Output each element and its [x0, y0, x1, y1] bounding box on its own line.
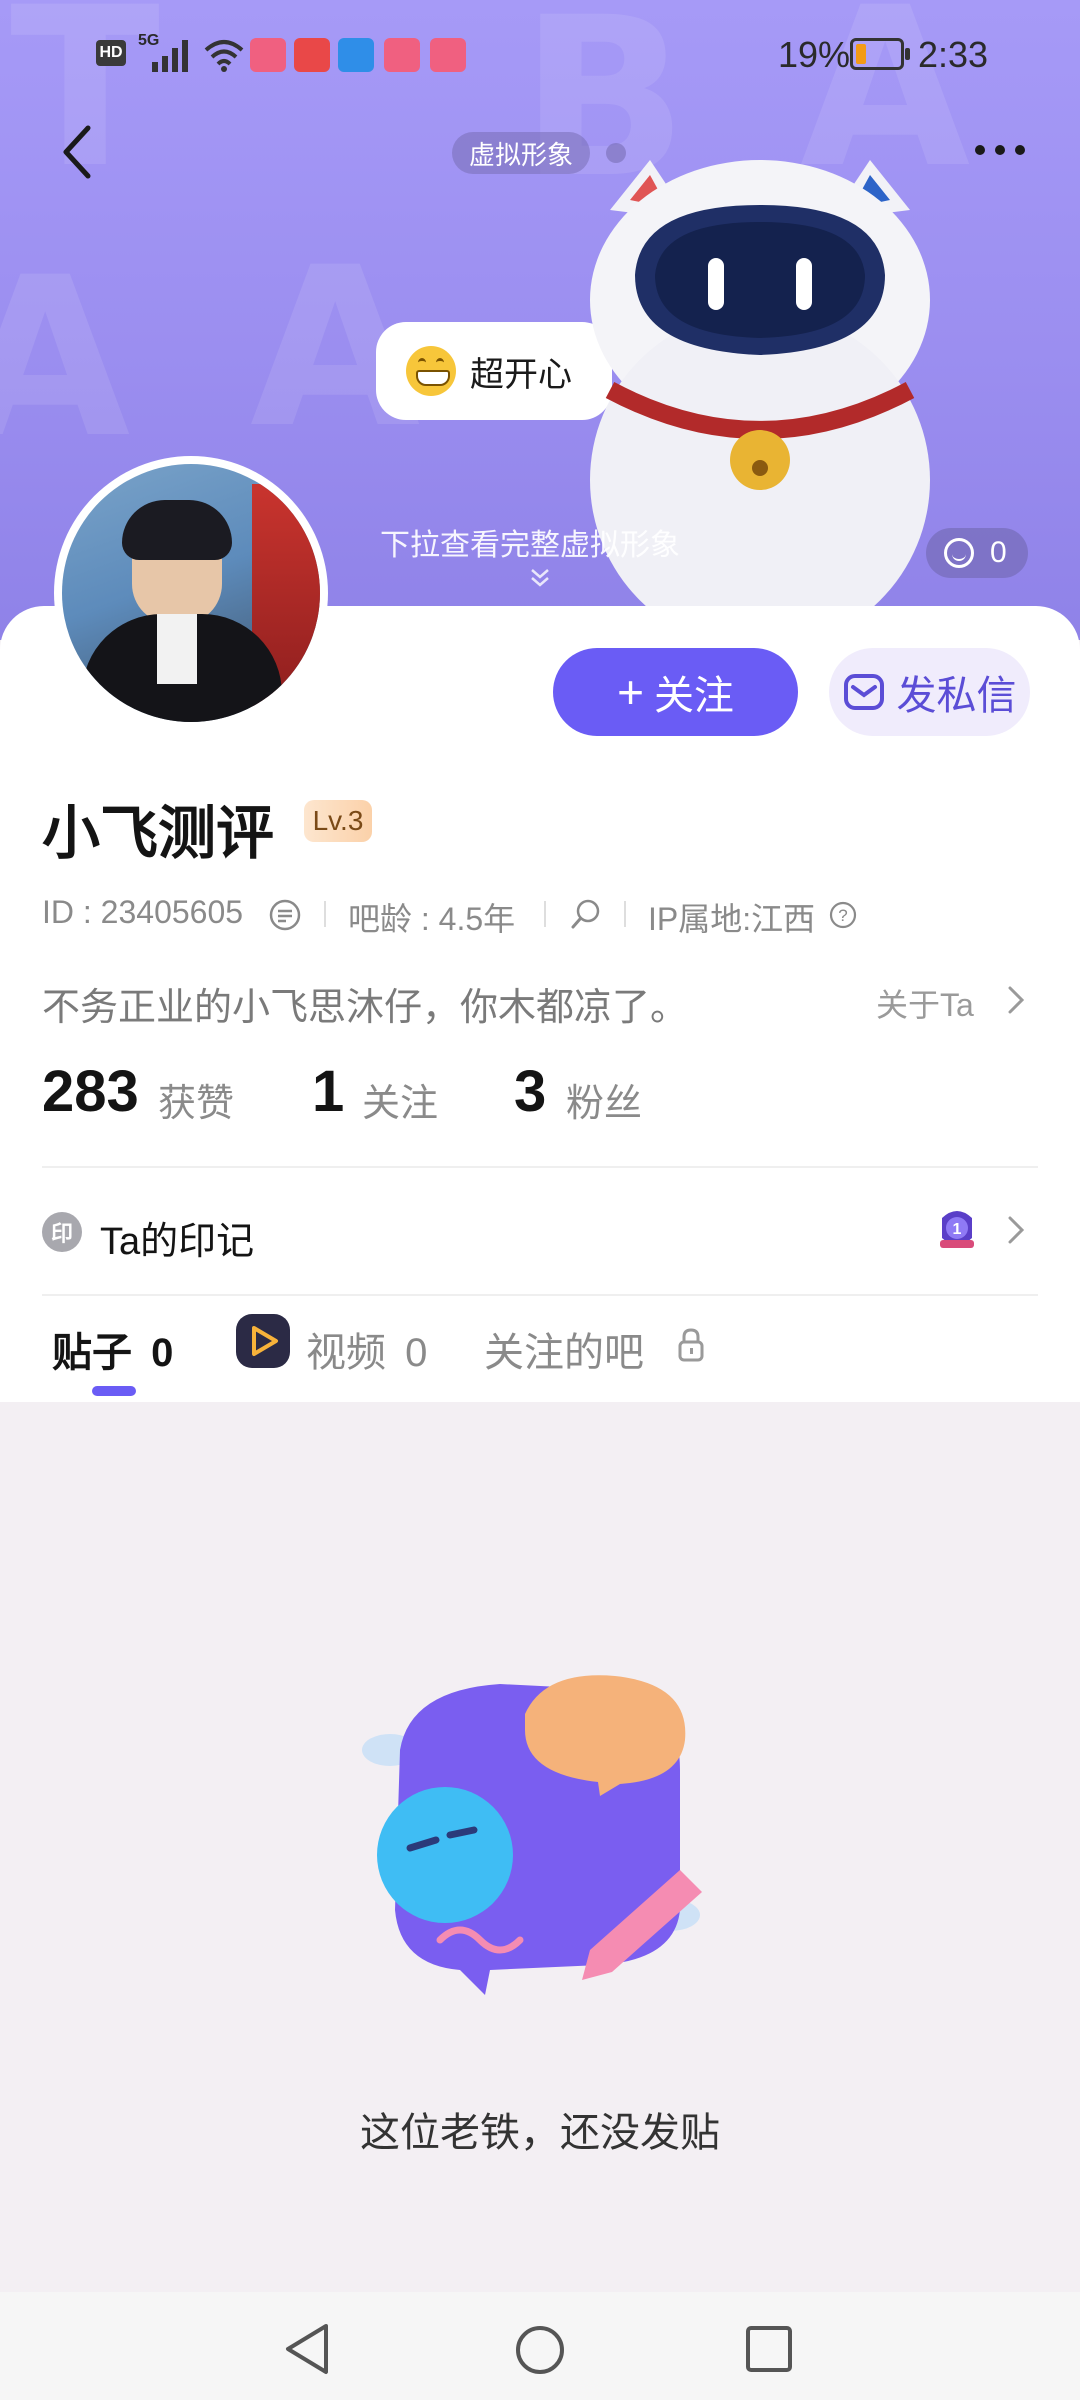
- meta-divider: [324, 901, 326, 927]
- send-message-button[interactable]: 发私信: [829, 648, 1030, 736]
- smile-icon: [944, 538, 974, 568]
- tab-posts-label: 贴子: [52, 1331, 132, 1375]
- avatar[interactable]: [62, 464, 320, 722]
- hd-icon: HD: [96, 40, 126, 66]
- medal-icon: 1: [940, 1211, 974, 1248]
- tab-videos-count: 0: [405, 1331, 428, 1375]
- back-icon[interactable]: [58, 124, 98, 180]
- marks-label: Ta的印记: [100, 1221, 255, 1263]
- stat-fans-value[interactable]: 3: [514, 1058, 546, 1125]
- avatar-like-count: 0: [990, 536, 1007, 569]
- wifi-icon: [204, 40, 244, 72]
- bg-pattern-letter: A: [0, 230, 131, 486]
- meta-divider: [624, 901, 626, 927]
- empty-state-text: 这位老铁，还没发贴: [360, 2111, 720, 2155]
- bio-text: 不务正业的小飞思沐仔，你木都凉了。: [42, 987, 689, 1029]
- nav-recents-icon[interactable]: [744, 2324, 794, 2374]
- video-play-icon: [236, 1314, 290, 1368]
- tab-posts-count: 0: [151, 1331, 174, 1375]
- avatar-like-pill[interactable]: 0: [926, 528, 1028, 578]
- chevron-right-icon[interactable]: [1004, 1212, 1028, 1248]
- send-message-label: 发私信: [896, 674, 1017, 718]
- stat-likes-value[interactable]: 283: [42, 1058, 139, 1125]
- clock: 2:33: [918, 34, 989, 75]
- active-tab-indicator: [92, 1386, 136, 1396]
- nav-home-icon[interactable]: [514, 2324, 566, 2376]
- ip-location: IP属地:江西: [648, 901, 816, 937]
- section-divider: [42, 1166, 1038, 1168]
- stat-following-label[interactable]: 关注: [362, 1072, 438, 1127]
- app-notification-icon: [384, 38, 420, 72]
- help-icon[interactable]: ?: [828, 900, 858, 930]
- tab-posts[interactable]: 贴子 0: [52, 1320, 173, 1378]
- copy-id-icon[interactable]: [268, 898, 302, 932]
- stat-following-value[interactable]: 1: [312, 1058, 344, 1125]
- chevron-down-icon: [531, 569, 549, 587]
- username: 小飞测评: [42, 801, 275, 866]
- user-id: ID : 23405605: [42, 894, 244, 930]
- section-divider: [42, 1294, 1038, 1296]
- stat-fans-label[interactable]: 粉丝: [566, 1072, 642, 1127]
- follow-button[interactable]: + 关注: [553, 648, 798, 736]
- svg-text:?: ?: [838, 906, 847, 925]
- avatar-frame: [54, 456, 328, 730]
- meta-divider: [544, 901, 546, 927]
- empty-posts-illustration: [362, 1675, 702, 1995]
- follow-button-label: 关注: [653, 674, 734, 718]
- app-notification-icon: [250, 38, 286, 72]
- book-app-icon: [294, 38, 330, 72]
- level-badge[interactable]: Lv.3: [304, 800, 372, 842]
- cloud-app-icon: [338, 38, 374, 72]
- signal-icon: [152, 40, 188, 72]
- pull-down-hint: 下拉查看完整虚拟形象: [380, 529, 680, 562]
- tab-videos-label: 视频: [306, 1331, 386, 1375]
- search-location-icon[interactable]: [568, 896, 604, 932]
- battery-icon: [850, 38, 910, 70]
- svg-text:1: 1: [953, 1221, 962, 1238]
- plus-icon: +: [617, 666, 644, 718]
- tab-followed-bars[interactable]: 关注的吧: [484, 1320, 644, 1378]
- bar-age: 吧龄 : 4.5年: [348, 901, 516, 937]
- system-nav-bar: [0, 2292, 1080, 2400]
- mark-badge-icon: 印: [42, 1212, 82, 1252]
- chevron-right-icon[interactable]: [1004, 982, 1028, 1018]
- tab-videos[interactable]: 视频 0: [306, 1320, 427, 1378]
- battery-percent: 19%: [778, 34, 851, 75]
- app-notification-icon: [430, 38, 466, 72]
- about-link[interactable]: 关于Ta: [876, 980, 974, 1026]
- envelope-icon: [843, 674, 884, 710]
- stat-likes-label[interactable]: 获赞: [158, 1072, 234, 1127]
- grin-emoji-icon: [406, 346, 456, 396]
- nav-back-icon[interactable]: [282, 2322, 332, 2376]
- status-bar: HD 5G 19% 2:33: [0, 0, 1080, 110]
- lock-icon: [678, 1328, 704, 1362]
